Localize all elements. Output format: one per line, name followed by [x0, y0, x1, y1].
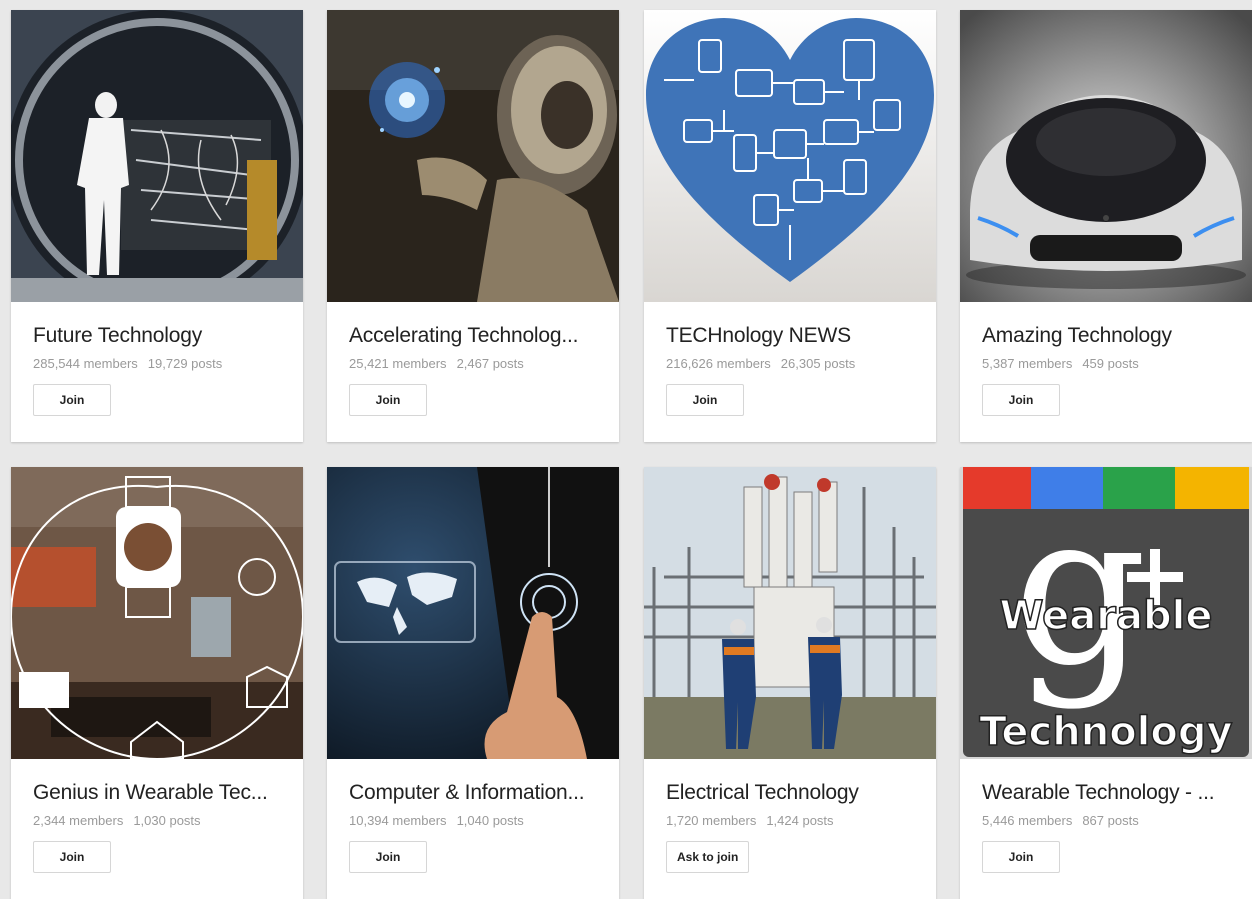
concept-car-photo[interactable] [960, 10, 1252, 302]
post-count: 1,030 posts [133, 813, 201, 828]
community-title[interactable]: Future Technology [33, 324, 293, 348]
community-card[interactable]: Genius in Wearable Tec... 2,344 members 1… [11, 467, 303, 899]
member-count: 285,544 members [33, 356, 138, 371]
community-title[interactable]: Computer & Information... [349, 781, 609, 805]
robot-photo[interactable] [327, 10, 619, 302]
community-stats: 25,421 members 2,467 posts [349, 356, 524, 371]
technology-logo-text: Technology [979, 709, 1232, 755]
community-title[interactable]: Accelerating Technolog... [349, 324, 609, 348]
touch-world-map-photo[interactable] [327, 467, 619, 759]
join-button[interactable]: Join [349, 841, 427, 873]
community-stats: 10,394 members 1,040 posts [349, 813, 524, 828]
join-button[interactable]: Join [33, 841, 111, 873]
space-chamber-photo[interactable] [11, 10, 303, 302]
community-card[interactable]: Electrical Technology 1,720 members 1,424… [644, 467, 936, 899]
communities-grid: Future Technology 285,544 members 19,729 … [0, 0, 1252, 899]
smart-home-photo[interactable] [11, 467, 303, 759]
community-stats: 5,446 members 867 posts [982, 813, 1139, 828]
community-card[interactable]: g Wearable Technology Wearable Technolog… [960, 467, 1252, 899]
community-title[interactable]: Electrical Technology [666, 781, 926, 805]
post-count: 26,305 posts [780, 356, 856, 371]
join-button[interactable]: Join [349, 384, 427, 416]
substation-workers-photo[interactable] [644, 467, 936, 759]
community-card[interactable]: Computer & Information... 10,394 members… [327, 467, 619, 899]
post-count: 19,729 posts [147, 356, 223, 371]
join-button[interactable]: Join [982, 841, 1060, 873]
community-stats: 285,544 members 19,729 posts [33, 356, 222, 371]
gplus-wearable-logo[interactable]: g Wearable Technology [960, 467, 1252, 759]
ask-to-join-button[interactable]: Ask to join [666, 841, 750, 873]
member-count: 216,626 members [666, 356, 771, 371]
wearable-logo-text: Wearable [999, 593, 1212, 639]
community-stats: 2,344 members 1,030 posts [33, 813, 201, 828]
join-button[interactable]: Join [666, 384, 744, 416]
heart-devices-illustration[interactable] [644, 10, 936, 302]
community-stats: 5,387 members 459 posts [982, 356, 1139, 371]
member-count: 10,394 members [349, 813, 447, 828]
community-title[interactable]: Amazing Technology [982, 324, 1242, 348]
community-card[interactable]: Amazing Technology 5,387 members 459 post… [960, 10, 1252, 442]
member-count: 25,421 members [349, 356, 447, 371]
community-stats: 1,720 members 1,424 posts [666, 813, 834, 828]
post-count: 1,040 posts [456, 813, 524, 828]
community-title[interactable]: Genius in Wearable Tec... [33, 781, 293, 805]
post-count: 867 posts [1082, 813, 1139, 828]
community-card[interactable]: Future Technology 285,544 members 19,729 … [11, 10, 303, 442]
member-count: 1,720 members [666, 813, 757, 828]
member-count: 5,446 members [982, 813, 1073, 828]
community-card[interactable]: Accelerating Technolog... 25,421 members… [327, 10, 619, 442]
post-count: 2,467 posts [456, 356, 524, 371]
community-title[interactable]: TECHnology NEWS [666, 324, 926, 348]
member-count: 5,387 members [982, 356, 1073, 371]
post-count: 459 posts [1082, 356, 1139, 371]
post-count: 1,424 posts [766, 813, 834, 828]
community-stats: 216,626 members 26,305 posts [666, 356, 855, 371]
community-title[interactable]: Wearable Technology - ... [982, 781, 1242, 805]
join-button[interactable]: Join [33, 384, 111, 416]
community-card[interactable]: TECHnology NEWS 216,626 members 26,305 po… [644, 10, 936, 442]
svg-text:g: g [1013, 467, 1147, 712]
member-count: 2,344 members [33, 813, 124, 828]
join-button[interactable]: Join [982, 384, 1060, 416]
